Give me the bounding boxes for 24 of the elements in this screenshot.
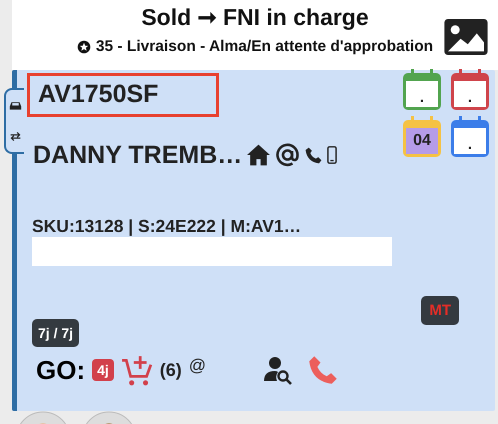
car-icon bbox=[8, 100, 22, 111]
cart-add-icon[interactable] bbox=[120, 354, 153, 386]
swap-icon bbox=[8, 131, 22, 142]
tag-label: MT bbox=[421, 296, 459, 325]
go-label: GO: bbox=[36, 354, 86, 386]
phone-icon[interactable] bbox=[304, 146, 324, 164]
at-icon[interactable] bbox=[275, 143, 300, 167]
duration-label: 7j / 7j bbox=[32, 319, 80, 347]
mobile-icon[interactable] bbox=[327, 146, 338, 164]
card-title: Sold ➞ FNI in charge bbox=[141, 4, 369, 31]
home-icon[interactable] bbox=[246, 143, 272, 167]
email-label: @ bbox=[188, 356, 206, 376]
image-icon[interactable] bbox=[444, 19, 488, 55]
user-search-icon[interactable] bbox=[263, 355, 294, 385]
side-tab[interactable] bbox=[4, 88, 24, 154]
count-label: (6) bbox=[160, 360, 182, 380]
note-field[interactable] bbox=[32, 237, 392, 266]
vehicle-card[interactable]: AV1750SF DANNY TREMB… SKU:13128 | S:24E222 | M:AV1… MT 7j / 7j GO: 4j (6) @ . . 04 . bbox=[12, 70, 495, 411]
plate-number: AV1750SF bbox=[27, 73, 219, 117]
customer-name: DANNY TREMB… bbox=[33, 140, 242, 170]
sku-line: SKU:13128 | S:24E222 | M:AV1… bbox=[32, 216, 302, 237]
star-icon bbox=[76, 40, 91, 54]
status-text: 35 - Livraison - Alma/En attente d'approbation bbox=[96, 38, 434, 56]
days-label: 4j bbox=[92, 359, 114, 381]
